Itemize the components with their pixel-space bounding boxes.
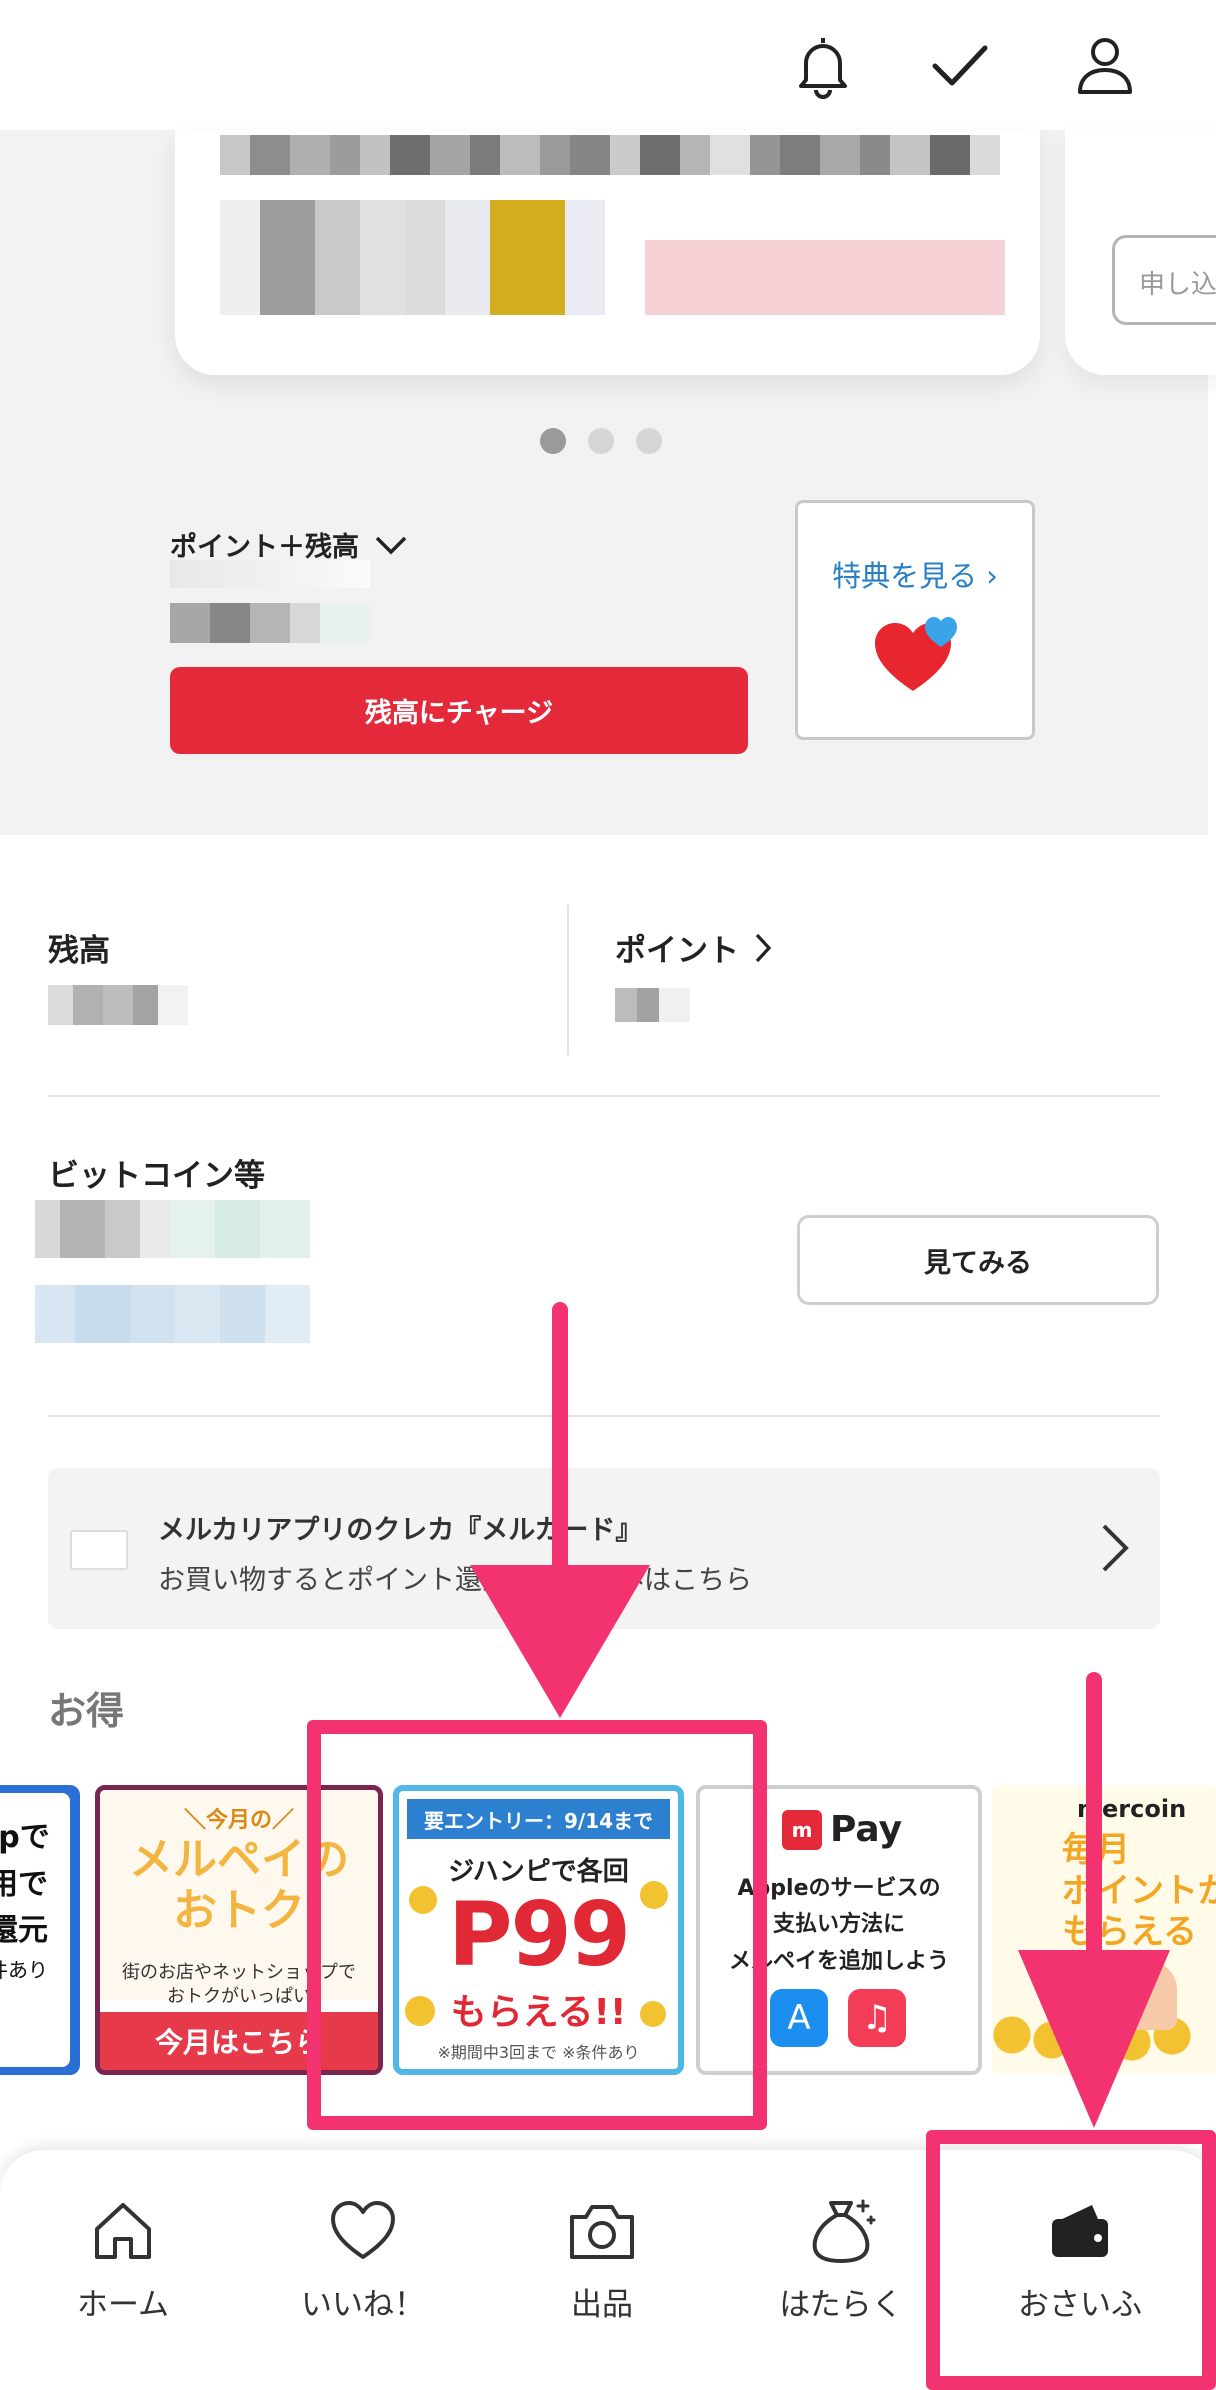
merucard-title: メルカリアプリのクレカ『メルカード』 xyxy=(158,1515,643,1546)
music-icon: ♫ xyxy=(848,1989,906,2047)
payment-card-carousel-item[interactable] xyxy=(175,130,1040,375)
home-icon xyxy=(95,2203,151,2259)
carousel-pagination xyxy=(540,428,662,454)
view-crypto-button[interactable]: 見てみる xyxy=(797,1215,1159,1305)
nav-label: ホーム xyxy=(76,2287,170,2323)
carousel-dot[interactable] xyxy=(588,428,614,454)
blurred-card-text xyxy=(220,135,1005,175)
app-store-icon: A xyxy=(770,1989,828,2047)
nav-label: 出品 xyxy=(571,2287,633,2323)
annotation-highlight-promo xyxy=(307,1720,767,2130)
blurred-card-logo xyxy=(220,200,605,315)
nav-work[interactable]: はたらく xyxy=(741,2195,941,2324)
money-bag-icon xyxy=(812,2199,876,2263)
coins-illustration xyxy=(992,2000,1216,2070)
promo-text: 用で xyxy=(0,1866,48,1902)
points-link[interactable]: ポイント xyxy=(615,925,773,970)
top-bar xyxy=(0,0,1216,130)
carousel-dot[interactable] xyxy=(636,428,662,454)
blurred-points-value xyxy=(615,988,690,1022)
merucard-subtitle: お買い物するとポイント還元。お申込みはこちら xyxy=(158,1565,752,1596)
chevron-right-icon xyxy=(755,933,772,962)
mercoin-logo: mercoin xyxy=(1077,1795,1187,1823)
perks-link[interactable]: 特典を見る › xyxy=(798,553,1032,595)
promo-tile-1[interactable]: jpで 用で 還元 件あり xyxy=(0,1785,80,2075)
blurred-crypto-value-2 xyxy=(35,1285,310,1343)
apply-button[interactable]: 申し込 xyxy=(1112,235,1216,325)
account-icon[interactable] xyxy=(1070,30,1140,100)
promo-text: 毎月 ポイントが もらえる xyxy=(1062,1830,1216,1952)
promo-text: 還元 xyxy=(0,1913,48,1948)
perks-card[interactable]: 特典を見る › xyxy=(795,500,1035,740)
promo-text: jpで xyxy=(0,1820,50,1855)
heart-icon xyxy=(875,617,957,691)
charge-balance-button[interactable]: 残高にチャージ xyxy=(170,667,748,754)
deals-heading: お得 xyxy=(48,1689,125,1733)
nav-home[interactable]: ホーム xyxy=(23,2195,223,2324)
carousel-dot-active[interactable] xyxy=(540,428,566,454)
divider xyxy=(48,1415,1160,1417)
nav-label: はたらく xyxy=(779,2287,903,2323)
merucard-banner[interactable]: メルカリアプリのクレカ『メルカード』 お買い物するとポイント還元。お申込みはこち… xyxy=(48,1468,1160,1629)
credit-card-icon xyxy=(70,1530,128,1570)
promo-tile-mercoin[interactable]: mercoin 毎月 ポイントが もらえる xyxy=(992,1785,1216,2075)
points-label: ポイント xyxy=(615,933,739,969)
nav-label: いいね！ xyxy=(301,2287,425,2323)
balance-label: 残高 xyxy=(48,933,110,969)
divider xyxy=(567,905,569,1055)
blurred-amount-value xyxy=(170,603,370,643)
divider xyxy=(48,1095,1160,1097)
points-balance-label: ポイント＋残高 xyxy=(170,532,359,563)
blurred-amount xyxy=(170,560,370,588)
checkmark-icon[interactable] xyxy=(925,30,995,100)
annotation-highlight-wallet-tab xyxy=(926,2130,1216,2390)
person-illustration xyxy=(1117,1960,1177,2030)
chevron-right-icon xyxy=(1102,1524,1129,1572)
blurred-balance-value xyxy=(48,985,188,1025)
crypto-label: ビットコイン等 xyxy=(48,1158,265,1194)
nav-likes[interactable]: いいね！ xyxy=(263,2195,463,2324)
heart-icon xyxy=(331,2201,395,2259)
nav-sell[interactable]: 出品 xyxy=(502,2195,702,2324)
bell-icon[interactable] xyxy=(788,30,858,100)
camera-icon xyxy=(570,2205,634,2259)
merpay-logo: m Pay xyxy=(782,1809,902,1850)
chevron-down-icon xyxy=(375,536,407,554)
promo-text: 件あり xyxy=(0,1957,48,1982)
points-balance-toggle[interactable]: ポイント＋残高 xyxy=(170,525,409,564)
blurred-card-badge xyxy=(645,240,1005,315)
blurred-crypto-value xyxy=(35,1200,310,1258)
